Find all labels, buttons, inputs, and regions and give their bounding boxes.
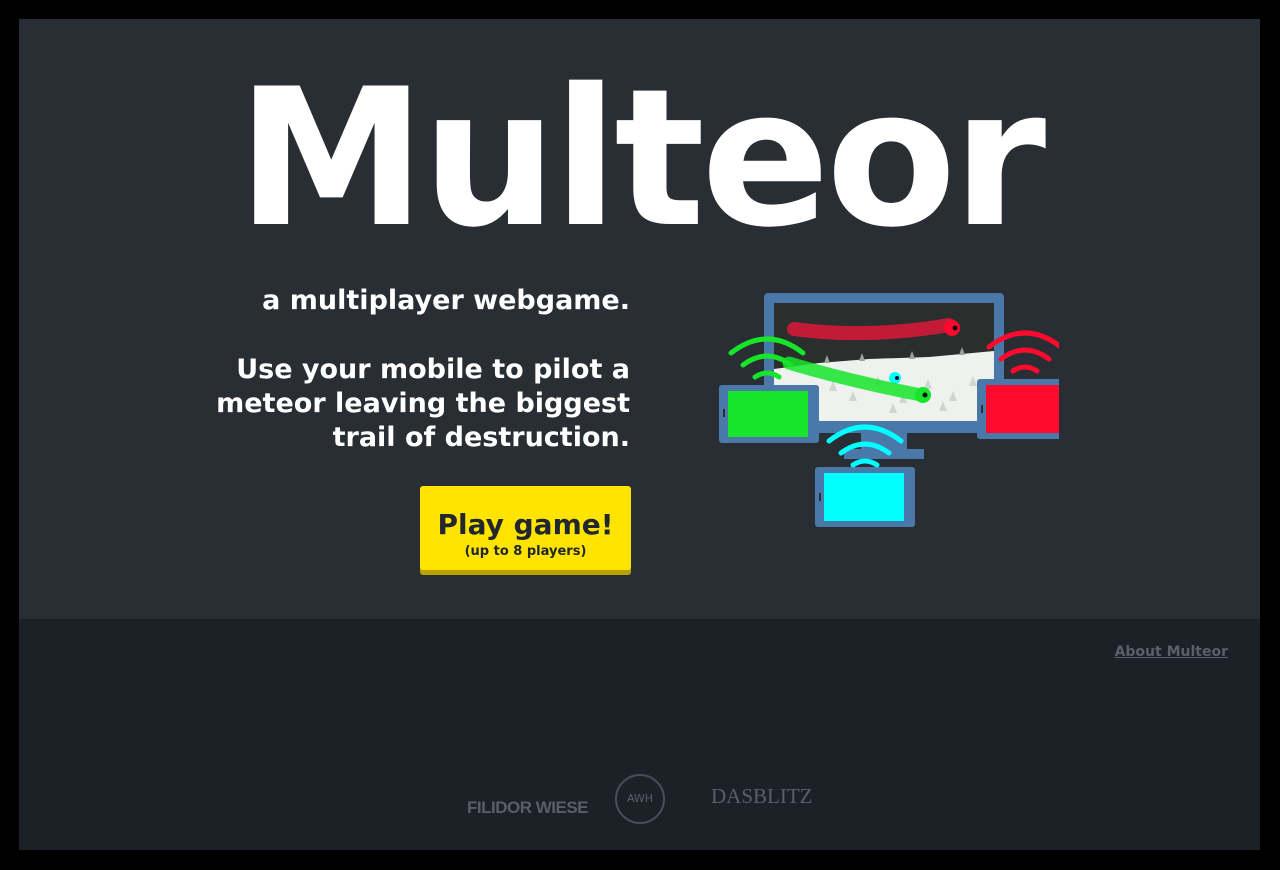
game-title: Multeor (236, 48, 1046, 269)
green-phone-icon (719, 336, 819, 443)
hero-section: Multeor a multiplayer webgame. Use your … (19, 19, 1260, 619)
awh-logo[interactable]: AWH (615, 774, 665, 824)
filidor-wiese-logo[interactable]: FILIDOR WIESE (467, 798, 589, 818)
multiplayer-illustration (719, 293, 1059, 527)
game-description: Use your mobile to pilot a meteor leavin… (216, 354, 630, 453)
red-phone-icon (977, 330, 1059, 439)
page-frame: Multeor a multiplayer webgame. Use your … (19, 19, 1260, 850)
tagline: a multiplayer webgame. (262, 285, 630, 316)
sponsor-logos: FILIDOR WIESE AWH DASBLITZ (19, 774, 1260, 824)
dasblitz-logo[interactable]: DASBLITZ (711, 784, 813, 809)
about-link[interactable]: About Multeor (1115, 644, 1228, 660)
play-game-button[interactable]: Play game! (up to 8 players) (420, 486, 631, 570)
play-button-sublabel: (up to 8 players) (464, 544, 587, 559)
cyan-phone-icon (815, 424, 915, 527)
play-button-label: Play game! (437, 508, 614, 541)
